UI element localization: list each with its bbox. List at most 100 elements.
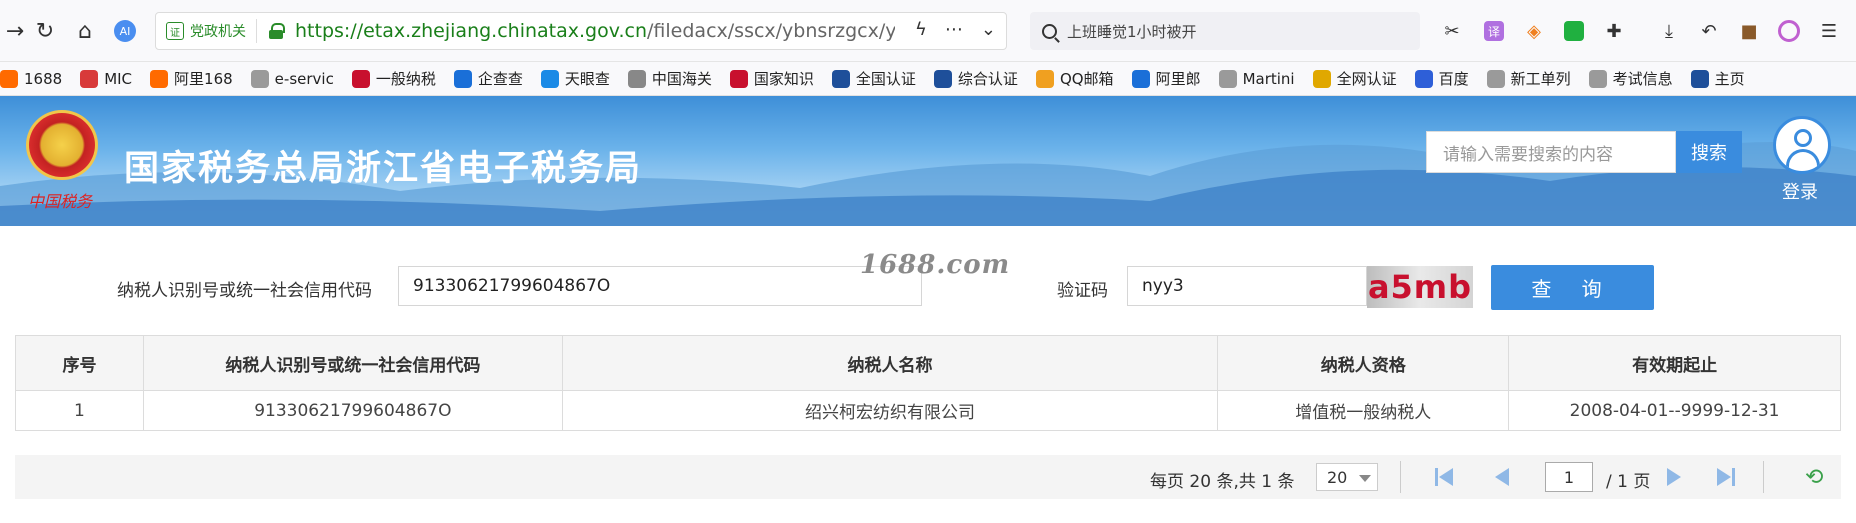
cell-validity: 2008-04-01--9999-12-31 — [1508, 390, 1841, 431]
bookmark-favicon-icon — [1035, 69, 1054, 88]
bookmark-item[interactable]: MIC — [80, 69, 133, 88]
captcha-label: 验证码 — [1057, 281, 1108, 301]
first-page-icon[interactable] — [1435, 467, 1457, 487]
undo-icon[interactable]: ↶ — [1695, 17, 1723, 45]
next-page-icon[interactable] — [1663, 467, 1685, 487]
national-emblem-icon — [26, 110, 98, 180]
bookmark-item[interactable]: 中国海关 — [627, 68, 712, 89]
wechat-icon[interactable] — [1560, 17, 1588, 45]
bookmark-label: 主页 — [1714, 70, 1745, 88]
forward-icon[interactable]: → — [0, 16, 30, 46]
bookmark-label: MIC — [104, 69, 133, 88]
ai-icon[interactable]: AI — [110, 16, 140, 46]
bookmark-item[interactable]: 考试信息 — [1588, 68, 1673, 89]
bookmark-item[interactable]: 阿里168 — [150, 68, 233, 89]
bookmark-item[interactable]: 一般纳税 — [351, 68, 436, 89]
reload-icon[interactable]: ↻ — [30, 16, 60, 46]
site-search-button[interactable]: 搜索 — [1676, 131, 1742, 173]
more-icon[interactable]: ⋯ — [945, 19, 963, 40]
bookmark-item[interactable]: 1688 — [0, 69, 62, 88]
bookmark-favicon-icon — [1690, 69, 1709, 88]
bookmark-item[interactable]: 百度 — [1414, 68, 1469, 89]
bookmark-label: e-servic — [274, 69, 334, 88]
home-icon[interactable]: ⌂ — [70, 16, 100, 46]
lightning-icon[interactable]: ϟ — [915, 19, 927, 40]
captcha-image[interactable]: a5mb — [1367, 266, 1473, 308]
chevron-down-icon[interactable]: ⌄ — [981, 19, 996, 40]
site-search-input[interactable]: 请输入需要搜索的内容 — [1426, 131, 1676, 173]
taxpayer-id-input[interactable]: 91330621799604867O — [398, 266, 922, 306]
bookmark-favicon-icon — [1218, 69, 1237, 88]
bookmark-item[interactable]: 阿里郎 — [1131, 68, 1201, 89]
table-header-row: 序号 纳税人识别号或统一社会信用代码 纳税人名称 纳税人资格 有效期起止 — [15, 335, 1841, 391]
col-header-taxpayer-name: 纳税人名称 — [561, 335, 1219, 391]
game-icon[interactable]: ◈ — [1520, 17, 1548, 45]
page-size-select[interactable]: 20 — [1316, 463, 1378, 491]
page-number-input[interactable]: 1 — [1545, 462, 1593, 492]
bookmark-favicon-icon — [933, 69, 952, 88]
download-icon[interactable]: ⤓ — [1655, 17, 1683, 45]
bookmark-favicon-icon — [453, 69, 472, 88]
bookmark-item[interactable]: 国家知识 — [729, 68, 814, 89]
bookmark-favicon-icon — [1312, 69, 1331, 88]
col-header-validity: 有效期起止 — [1508, 335, 1841, 391]
bookmark-label: 全网认证 — [1336, 70, 1397, 88]
translate-icon[interactable]: 译 — [1480, 17, 1508, 45]
site-header: 中国税务 国家税务总局浙江省电子税务局 请输入需要搜索的内容 搜索 登录 — [0, 96, 1856, 226]
bookmark-favicon-icon — [351, 69, 370, 88]
bookmark-item[interactable]: e-servic — [250, 69, 334, 88]
cell-index: 1 — [15, 390, 144, 431]
bookmark-label: QQ邮箱 — [1059, 70, 1114, 88]
bookmark-favicon-icon — [1588, 69, 1607, 88]
chevron-down-icon — [1359, 475, 1371, 482]
bookmarks-bar: 1688 MIC 阿里168 e-servic 一般纳税 企查查 天眼查 中国海关 国家知识 全国… — [0, 62, 1856, 96]
bookmark-item[interactable]: QQ邮箱 — [1035, 68, 1114, 89]
bookmark-label: 企查查 — [477, 70, 523, 88]
browser-search[interactable]: 上班睡觉1小时被开 — [1030, 12, 1420, 50]
bookmark-item[interactable]: 全国认证 — [831, 68, 916, 89]
bookmark-favicon-icon — [729, 69, 748, 88]
address-bar[interactable]: 证 党政机关 https://etax.zhejiang.chinatax.go… — [155, 12, 1007, 50]
page-size-value: 20 — [1327, 467, 1348, 487]
total-pages: / 1 页 — [1606, 472, 1651, 492]
bookmark-item[interactable]: 主页 — [1690, 68, 1745, 89]
last-page-icon[interactable] — [1715, 467, 1737, 487]
profile-icon[interactable] — [1775, 17, 1803, 45]
briefcase-icon[interactable]: ■ — [1735, 17, 1763, 45]
security-badge: 证 党政机关 — [166, 19, 257, 43]
watermark: 1688.com — [860, 250, 1011, 280]
login-link[interactable]: 登录 — [1782, 178, 1818, 204]
bookmark-favicon-icon — [150, 69, 169, 88]
url-text[interactable]: https://etax.zhejiang.chinatax.gov.cn/fi… — [295, 20, 895, 42]
bookmark-label: Martini — [1242, 69, 1295, 88]
bookmark-favicon-icon — [627, 69, 646, 88]
menu-icon[interactable]: ☰ — [1815, 17, 1843, 45]
bookmark-label: 考试信息 — [1612, 70, 1673, 88]
refresh-icon[interactable]: ⟲ — [1805, 465, 1823, 490]
puzzle-icon[interactable]: ✚ — [1600, 17, 1628, 45]
emblem-caption: 中国税务 — [28, 192, 93, 211]
bookmark-item[interactable]: 新工单列 — [1486, 68, 1571, 89]
bookmark-item[interactable]: 综合认证 — [933, 68, 1018, 89]
url-host: https://etax.zhejiang.chinatax.gov.cn — [295, 20, 648, 42]
scissors-icon[interactable]: ✂ — [1438, 17, 1466, 45]
bookmark-label: 一般纳税 — [375, 70, 436, 88]
captcha-input[interactable]: nyy3 — [1127, 266, 1367, 306]
cell-taxpayer-id: 91330621799604867O — [142, 390, 563, 431]
taxpayer-id-label: 纳税人识别号或统一社会信用代码 — [117, 281, 372, 301]
bookmark-item[interactable]: 天眼查 — [540, 68, 610, 89]
site-title: 国家税务总局浙江省电子税务局 — [124, 149, 643, 189]
page-summary: 每页 20 条,共 1 条 — [1150, 472, 1295, 492]
bookmark-label: 综合认证 — [957, 70, 1018, 88]
bookmark-item[interactable]: Martini — [1218, 69, 1295, 88]
col-header-taxpayer-id: 纳税人识别号或统一社会信用代码 — [142, 335, 563, 391]
user-icon[interactable] — [1773, 116, 1831, 174]
bookmark-item[interactable]: 企查查 — [453, 68, 523, 89]
query-button[interactable]: 查 询 — [1491, 265, 1654, 310]
table-row[interactable]: 1 91330621799604867O 绍兴柯宏纺织有限公司 增值税一般纳税人… — [15, 390, 1841, 431]
bookmark-favicon-icon — [250, 69, 269, 88]
bookmark-item[interactable]: 全网认证 — [1312, 68, 1397, 89]
bookmark-label: 百度 — [1438, 70, 1469, 88]
prev-page-icon[interactable] — [1493, 467, 1515, 487]
results-table: 序号 纳税人识别号或统一社会信用代码 纳税人名称 纳税人资格 有效期起止 1 9… — [15, 335, 1841, 431]
